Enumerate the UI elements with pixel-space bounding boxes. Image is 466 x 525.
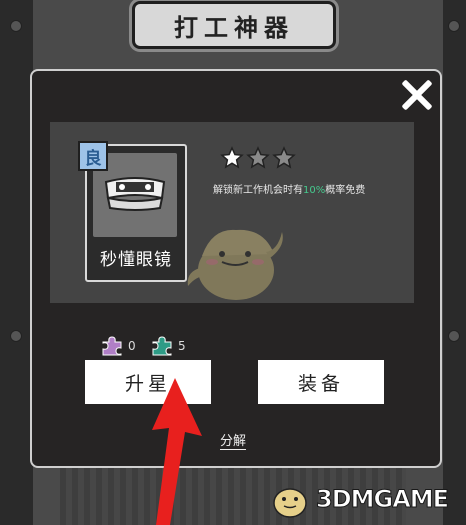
item-description: 解锁新工作机会时有10%概率免费 — [213, 183, 403, 198]
decompose-link[interactable]: 分解 — [220, 434, 247, 450]
material-teal: 5 — [151, 336, 186, 356]
description-text: 概率免费 — [325, 185, 366, 196]
description-percent: 10% — [303, 185, 326, 196]
star-rating — [220, 146, 296, 170]
mascot-bird-icon — [187, 229, 283, 300]
star-empty-icon — [246, 146, 270, 169]
left-rail — [0, 0, 30, 525]
material-count: 0 — [128, 339, 136, 353]
watermark-text: 3DMGAME — [315, 485, 449, 514]
rivet-icon — [448, 20, 460, 32]
glasses-icon — [104, 177, 166, 211]
watermark: 3DMGAME — [268, 477, 450, 521]
rarity-badge: 良 — [78, 141, 108, 171]
rivet-icon — [10, 20, 22, 32]
description-text: 解锁新工作机会时有 — [213, 185, 303, 196]
watermark-mascot-icon — [273, 488, 307, 518]
equip-button[interactable]: 装备 — [258, 360, 384, 404]
teal-puzzle-icon — [152, 336, 172, 356]
red-arrow-icon — [152, 378, 202, 525]
purple-puzzle-icon — [102, 336, 122, 356]
title-plate: 打工神器 — [132, 1, 336, 49]
close-icon[interactable] — [400, 78, 434, 112]
star-empty-icon — [272, 146, 296, 169]
material-purple: 0 — [101, 336, 136, 356]
rivet-icon — [448, 330, 460, 342]
item-name: 秒懂眼镜 — [100, 250, 172, 270]
star-filled-icon — [220, 146, 244, 169]
material-count: 5 — [178, 339, 186, 353]
page-title: 打工神器 — [174, 13, 294, 42]
rivet-icon — [10, 330, 22, 342]
